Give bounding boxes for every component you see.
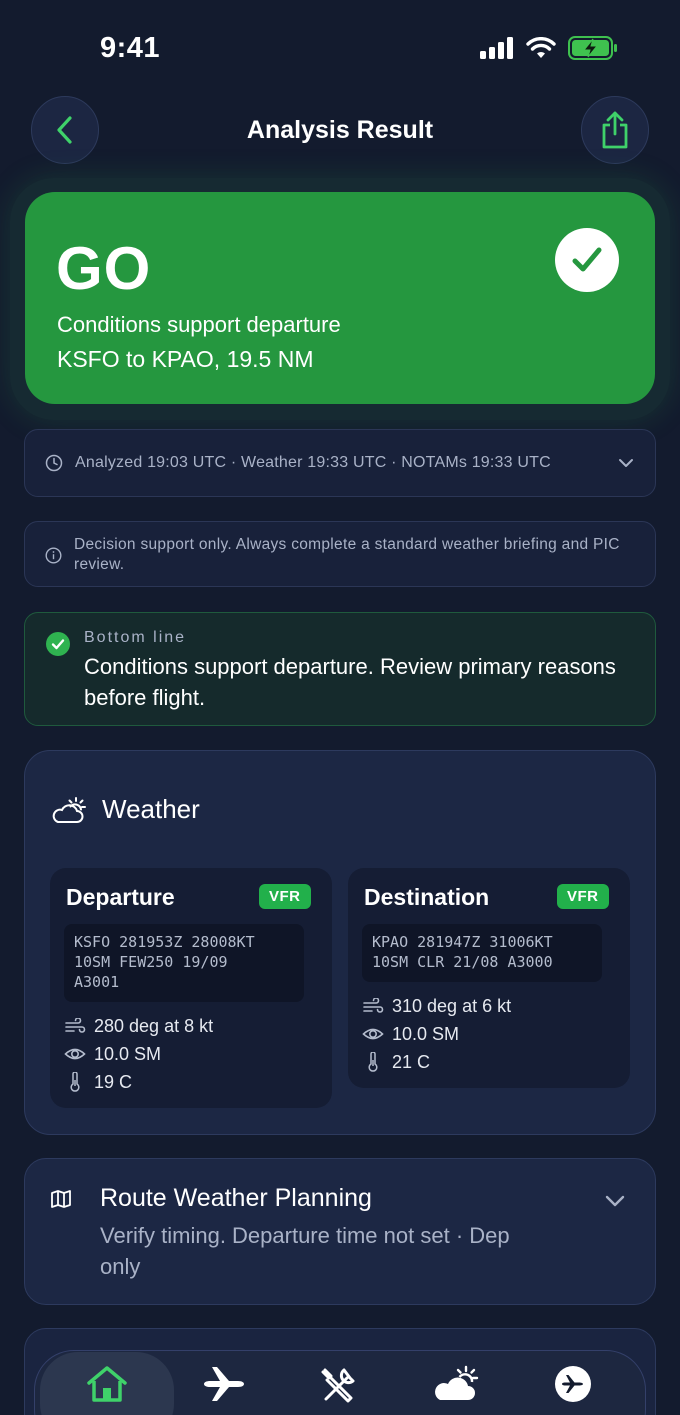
weather-icon [435,1365,479,1400]
wind-value: 280 deg at 8 kt [94,1015,214,1036]
decision-route: KSFO to KPAO, 19.5 NM [57,346,314,372]
departure-metar: KSFO 281953Z 28008KT 10SM FEW250 19/09 A… [64,924,304,1002]
visibility-value: 10.0 SM [392,1023,460,1044]
map-icon [50,1189,72,1214]
tab-analysis[interactable] [174,1364,274,1409]
analysis-timestamps-row[interactable]: Analyzed 19:03 UTC · Weather 19:33 UTC ·… [24,429,656,497]
tab-aircraft[interactable] [523,1364,623,1409]
airplane-icon [204,1367,244,1401]
eye-icon [64,1048,86,1060]
destination-temperature: 21 C [362,1048,430,1076]
status-icons [480,36,618,60]
departure-label: Departure [66,884,175,910]
share-icon [602,111,628,149]
flight-category-badge: VFR [557,884,609,909]
route-planning-subtitle: Verify timing. Departure time not set · … [100,1223,510,1279]
clock-icon [45,454,63,472]
info-icon [45,547,62,564]
chevron-down-icon[interactable] [604,1194,626,1213]
tools-icon [321,1368,355,1403]
destination-wind: 310 deg at 6 kt [362,992,511,1020]
aircraft-icon [555,1366,591,1402]
thermometer-icon [368,1052,378,1072]
wifi-icon [526,37,556,58]
thermometer-icon [70,1072,80,1092]
timestamps-text: Analyzed 19:03 UTC · Weather 19:33 UTC ·… [75,454,551,471]
disclaimer-text: Decision support only. Always complete a… [74,536,620,573]
bottom-line-text: Conditions support departure. Review pri… [84,654,616,710]
disclaimer: Decision support only. Always complete a… [24,521,656,587]
status-time: 9:41 [100,32,161,64]
flight-category-badge: VFR [259,884,311,909]
eye-icon [362,1028,384,1040]
wind-icon [363,998,384,1013]
tab-tools[interactable] [289,1364,389,1409]
temperature-value: 19 C [94,1071,133,1092]
check-icon [555,228,619,292]
chevron-down-icon [619,459,633,467]
decision-verdict: GO [56,235,152,302]
page-title: Analysis Result [246,116,434,144]
wind-icon [65,1018,86,1033]
departure-visibility: 10.0 SM [64,1040,161,1068]
visibility-value: 10.0 SM [94,1043,162,1064]
route-planning-title: Route Weather Planning [100,1184,372,1212]
battery-charging-icon [568,36,617,60]
home-icon [87,1366,127,1402]
destination-label: Destination [364,884,490,910]
tab-weather[interactable] [408,1364,508,1409]
wind-value: 310 deg at 6 kt [392,995,512,1016]
destination-metar: KPAO 281947Z 31006KT 10SM CLR 21/08 A300… [362,924,602,982]
signal-icon [480,37,513,59]
temperature-value: 21 C [392,1051,431,1072]
departure-wind: 280 deg at 8 kt [64,1012,213,1040]
weather-title: Weather [102,794,200,824]
tab-dashboard[interactable] [57,1364,157,1409]
destination-visibility: 10.0 SM [362,1020,459,1048]
bottom-line-label: Bottom line [84,629,187,646]
departure-temperature: 19 C [64,1068,132,1096]
check-circle-icon [46,632,70,656]
decision-summary: Conditions support departure [57,312,341,337]
weather-icon [50,794,90,831]
share-button[interactable] [581,96,649,164]
